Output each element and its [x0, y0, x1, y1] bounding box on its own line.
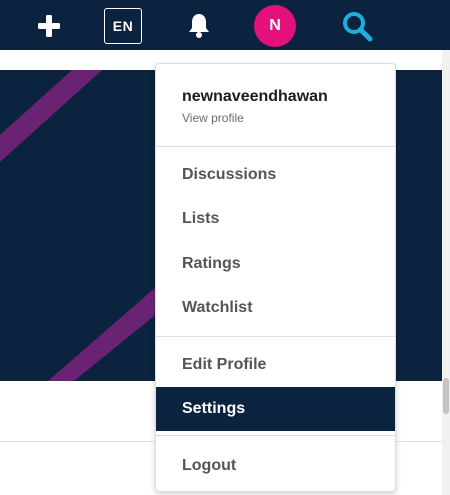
menu-item-watchlist[interactable]: Watchlist [156, 286, 395, 330]
search-button[interactable] [339, 8, 375, 44]
view-profile-label: View profile [182, 111, 244, 125]
top-navigation-bar: EN N [0, 0, 450, 50]
profile-username: newnaveendhawan [182, 88, 328, 105]
page-scrollbar[interactable] [442, 0, 450, 495]
user-avatar-button[interactable]: N [254, 5, 296, 47]
profile-dropdown-menu: newnaveendhawan View profile Discussions… [155, 63, 396, 492]
menu-divider [156, 336, 395, 337]
menu-item-ratings[interactable]: Ratings [156, 242, 395, 286]
view-profile-link[interactable]: newnaveendhawan View profile [156, 64, 395, 146]
menu-item-discussions[interactable]: Discussions [156, 153, 395, 197]
menu-item-settings[interactable]: Settings [156, 387, 395, 431]
bell-icon [189, 14, 209, 38]
menu-item-logout[interactable]: Logout [156, 444, 395, 488]
menu-divider [156, 435, 395, 436]
scrollbar-thumb[interactable] [443, 378, 449, 414]
plus-icon [38, 15, 60, 37]
language-selector-button[interactable]: EN [104, 8, 142, 44]
menu-divider [156, 146, 395, 147]
menu-item-lists[interactable]: Lists [156, 197, 395, 241]
avatar-initial: N [269, 17, 281, 34]
language-label: EN [112, 18, 134, 34]
menu-item-edit-profile[interactable]: Edit Profile [156, 343, 395, 387]
search-icon [343, 12, 373, 42]
add-button[interactable] [36, 13, 62, 39]
notifications-button[interactable] [185, 10, 213, 42]
